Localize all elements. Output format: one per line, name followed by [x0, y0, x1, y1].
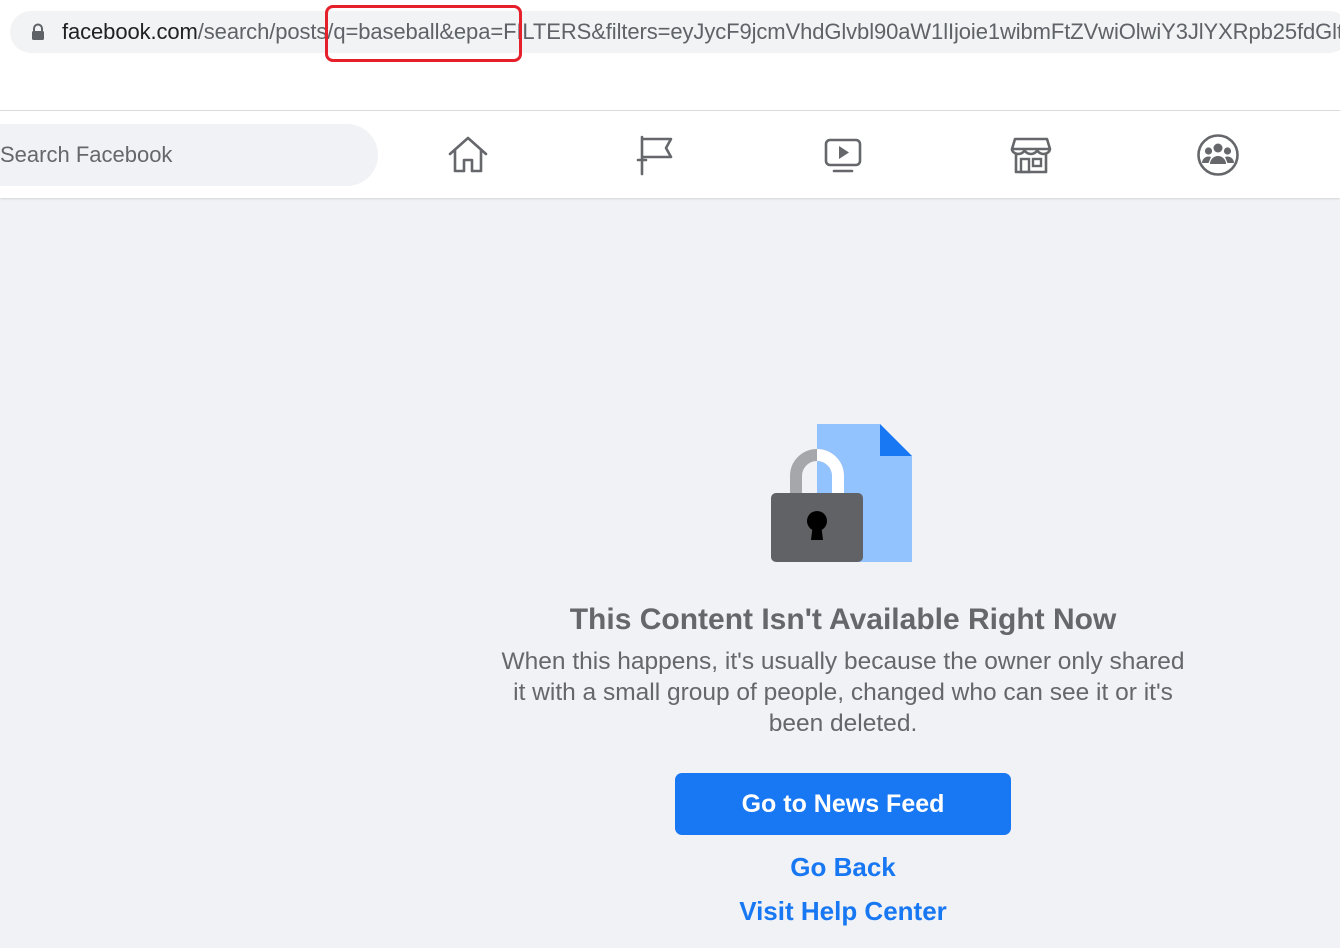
go-back-link[interactable]: Go Back [643, 852, 1043, 883]
pages-flag-icon[interactable] [634, 133, 678, 177]
home-icon[interactable] [446, 133, 490, 177]
url-text[interactable]: facebook.com/search/posts/q=baseball&epa… [62, 19, 1340, 45]
marketplace-icon[interactable] [1009, 133, 1053, 177]
address-bar[interactable]: facebook.com/search/posts/q=baseball&epa… [10, 11, 1340, 53]
browser-toolbar: facebook.com/search/posts/q=baseball&epa… [0, 0, 1340, 111]
go-to-news-feed-button[interactable]: Go to News Feed [675, 773, 1011, 835]
error-description: When this happens, it's usually because … [501, 648, 1185, 737]
visit-help-center-link[interactable]: Visit Help Center [643, 896, 1043, 927]
url-highlight-box [325, 5, 522, 62]
groups-icon[interactable] [1196, 133, 1240, 177]
facebook-header [0, 111, 1340, 198]
lock-icon[interactable] [30, 23, 46, 41]
locked-content-illustration [771, 424, 912, 562]
main-content: This Content Isn't Available Right Now W… [0, 199, 1340, 948]
page-title: This Content Isn't Available Right Now [569, 603, 1117, 636]
watch-video-icon[interactable] [821, 133, 865, 177]
search-input[interactable] [0, 124, 378, 186]
url-domain: facebook.com [62, 19, 198, 44]
